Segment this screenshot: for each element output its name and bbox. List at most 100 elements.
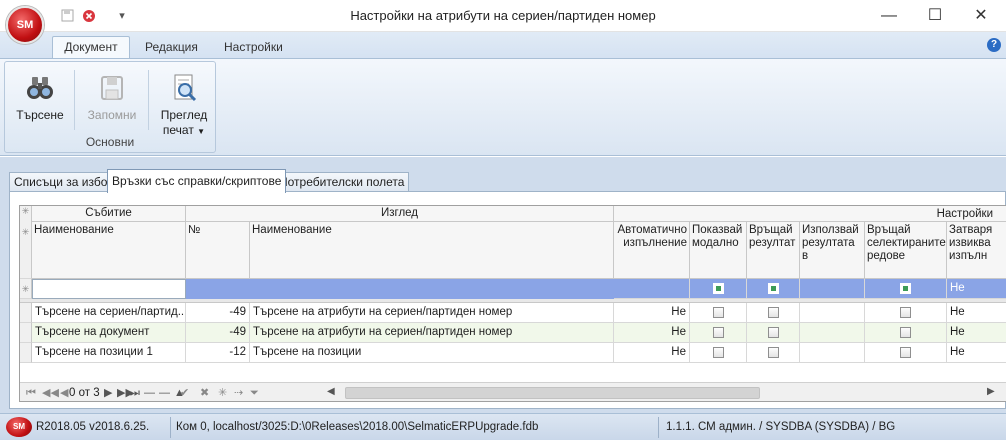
search-button[interactable]: Търсене: [9, 66, 71, 136]
prev-page-icon[interactable]: ◀◀: [42, 386, 59, 400]
table-row[interactable]: Търсене на сериен/партид... -49 Търсене на…: [20, 303, 1006, 323]
col-number[interactable]: №: [186, 222, 250, 279]
grid-corner[interactable]: ✳ ✳: [20, 206, 32, 279]
help-icon[interactable]: ?: [987, 38, 1001, 52]
cell-event[interactable]: Търсене на сериен/партид...: [32, 303, 186, 323]
cell-use[interactable]: [800, 343, 865, 363]
cell-close[interactable]: Не: [947, 323, 1006, 343]
title-bar: ▾ Настройки на атрибути на сериен/партид…: [0, 0, 1006, 32]
cell-close[interactable]: Не: [947, 303, 1006, 323]
tab-lookup-lists[interactable]: Списъци за избор: [9, 172, 120, 192]
scrollbar-thumb[interactable]: [345, 387, 760, 399]
checkbox[interactable]: [767, 327, 779, 338]
col-return-selected[interactable]: Връщай селектираните редове: [865, 222, 947, 279]
cell-view[interactable]: Търсене на атрибути на сериен/партиден н…: [250, 323, 614, 343]
col-event-name[interactable]: Наименование: [32, 222, 186, 279]
col-view-name[interactable]: Наименование: [250, 222, 614, 279]
col-return-result[interactable]: Връщай резултат: [747, 222, 800, 279]
cell-auto[interactable]: Не: [614, 303, 690, 323]
cell-view[interactable]: Търсене на атрибути на сериен/партиден н…: [250, 303, 614, 323]
cell-no[interactable]: -49: [186, 303, 250, 323]
status-user: 1.1.1. СМ админ. / SYSDBA (SYSDBA) / BG: [666, 421, 896, 433]
row-indicator[interactable]: [20, 303, 32, 323]
cell-view[interactable]: Търсене на позиции: [250, 343, 614, 363]
row-indicator[interactable]: [20, 323, 32, 343]
save-disk-icon: [96, 72, 128, 104]
checkbox-indeterminate[interactable]: [712, 283, 724, 294]
tab-report-links[interactable]: Връзки със справки/скриптове: [107, 169, 287, 193]
new-row-return-cell[interactable]: [747, 279, 800, 299]
table-row[interactable]: Търсене на документ -49 Търсене на атрибут…: [20, 323, 1006, 343]
cell-ret[interactable]: [747, 323, 800, 343]
col-auto-execute[interactable]: Автоматично изпълнение: [614, 222, 690, 279]
tab-document[interactable]: Документ: [52, 36, 130, 58]
maximize-button[interactable]: ☐: [912, 0, 958, 32]
cell-auto[interactable]: Не: [614, 343, 690, 363]
first-record-icon[interactable]: ⏮: [26, 386, 36, 400]
next-record-icon[interactable]: ▶: [104, 386, 112, 400]
checkbox[interactable]: [900, 327, 911, 338]
cell-ret[interactable]: [747, 303, 800, 323]
app-logo[interactable]: SM: [6, 6, 44, 44]
new-row-view-cells[interactable]: [186, 279, 614, 299]
delete-record-icon[interactable]: —: [144, 386, 155, 400]
cancel-edit-icon[interactable]: ✖: [200, 386, 209, 400]
checkbox[interactable]: [767, 347, 779, 358]
cell-modal[interactable]: [690, 343, 747, 363]
col-close-call[interactable]: Затваря извиква изпълн: [947, 222, 1006, 279]
cell-no[interactable]: -49: [186, 323, 250, 343]
new-row-event-cell[interactable]: [32, 279, 186, 299]
cell-event[interactable]: Търсене на документ: [32, 323, 186, 343]
cell-ret[interactable]: [747, 343, 800, 363]
cell-no[interactable]: -12: [186, 343, 250, 363]
new-row-modal-cell[interactable]: [690, 279, 747, 299]
checkbox-indeterminate[interactable]: [767, 283, 779, 294]
close-button[interactable]: ✕: [958, 0, 1004, 32]
checkbox[interactable]: [712, 307, 724, 318]
grid-body: Търсене на сериен/партид... -49 Търсене на…: [20, 303, 1006, 363]
cell-event[interactable]: Търсене на позиции 1: [32, 343, 186, 363]
last-record-icon[interactable]: ⏭: [130, 386, 140, 400]
ribbon-separator: [148, 70, 149, 130]
col-show-modal[interactable]: Показвай модално: [690, 222, 747, 279]
minimize-button[interactable]: —: [866, 0, 912, 32]
col-use-result[interactable]: Използвай резултата в: [800, 222, 865, 279]
cell-sel[interactable]: [865, 323, 947, 343]
save-ribbon-button[interactable]: Запомни: [79, 66, 145, 136]
checkbox[interactable]: [767, 307, 779, 318]
checkbox[interactable]: [900, 307, 911, 318]
horizontal-scrollbar[interactable]: ◀ ▶: [323, 385, 1006, 401]
new-row-use-cell[interactable]: [800, 279, 865, 299]
prev-record-icon[interactable]: ◀: [60, 386, 68, 400]
cell-close[interactable]: Не: [947, 343, 1006, 363]
new-row-close-cell[interactable]: Не: [947, 279, 1006, 299]
filter-icon[interactable]: ⏷: [250, 386, 259, 400]
cell-sel[interactable]: [865, 303, 947, 323]
tab-user-fields[interactable]: Потребителски полета: [274, 172, 410, 192]
cell-modal[interactable]: [690, 303, 747, 323]
new-item-row[interactable]: ✳ Не: [20, 279, 1006, 299]
cell-auto[interactable]: Не: [614, 323, 690, 343]
tab-edit[interactable]: Редакция: [145, 38, 198, 58]
cell-modal[interactable]: [690, 323, 747, 343]
tab-settings[interactable]: Настройки: [224, 38, 283, 58]
checkbox[interactable]: [712, 347, 724, 358]
insert-record-icon[interactable]: —: [159, 386, 170, 400]
status-connection: Ком 0, localhost/3025:D:\0Releases\2018.…: [176, 421, 539, 433]
row-indicator[interactable]: [20, 343, 32, 363]
new-row-selected-cell[interactable]: [865, 279, 947, 299]
cell-use[interactable]: [800, 303, 865, 323]
cell-sel[interactable]: [865, 343, 947, 363]
checkbox[interactable]: [900, 347, 911, 358]
print-preview-button[interactable]: Преглед печат ▼: [153, 66, 215, 137]
bookmark-icon[interactable]: ⇢: [234, 386, 243, 400]
scroll-right-icon[interactable]: ▶: [987, 386, 995, 397]
table-row[interactable]: Търсене на позиции 1 -12 Търсене на позици…: [20, 343, 1006, 363]
refresh-icon[interactable]: ✳: [218, 386, 227, 400]
checkbox-indeterminate[interactable]: [900, 283, 911, 294]
post-edit-icon[interactable]: ✔: [180, 386, 189, 400]
cell-use[interactable]: [800, 323, 865, 343]
scroll-left-icon[interactable]: ◀: [327, 386, 335, 397]
new-row-auto-cell[interactable]: [614, 279, 690, 299]
checkbox[interactable]: [712, 327, 724, 338]
